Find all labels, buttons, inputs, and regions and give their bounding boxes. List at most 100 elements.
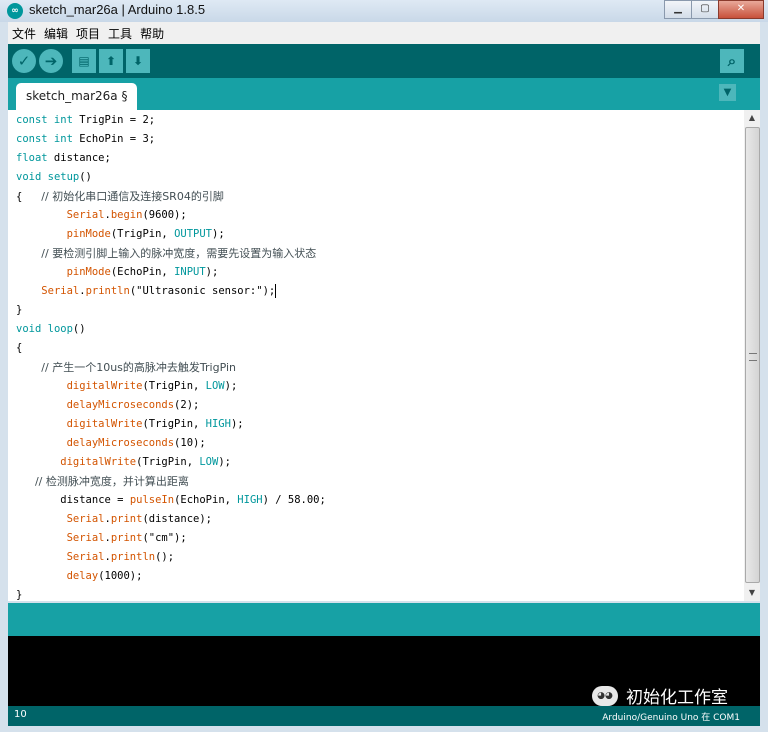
open-button[interactable]: ⬆ — [99, 49, 123, 73]
code-token: ); — [230, 418, 244, 430]
text-cursor — [275, 284, 277, 298]
code-token: ); — [224, 380, 238, 392]
code-line[interactable]: delayMicroseconds(10); — [16, 434, 206, 453]
code-line[interactable]: pinMode(TrigPin, OUTPUT); — [16, 225, 225, 244]
code-token: HIGH — [205, 418, 231, 430]
scroll-up-arrow-icon[interactable]: ▲ — [744, 110, 760, 126]
code-token: (10); — [174, 437, 206, 449]
menu-edit[interactable]: 编辑 — [40, 25, 72, 42]
code-token: OUTPUT — [174, 228, 212, 240]
code-token: loop — [47, 323, 73, 335]
code-token: pinMode — [66, 228, 111, 240]
code-editor[interactable]: const int TrigPin = 2; const int EchoPin … — [8, 110, 744, 601]
code-line[interactable]: // 产生一个10us的高脉冲去触发TrigPin — [16, 358, 236, 377]
code-line[interactable]: digitalWrite(TrigPin, HIGH); — [16, 415, 244, 434]
code-token: } — [16, 589, 23, 601]
code-token: void — [16, 323, 42, 335]
tab-menu-chevron-down-icon[interactable]: ▼ — [719, 84, 736, 101]
code-token: delayMicroseconds — [66, 437, 175, 449]
code-token: // 初始化串口通信及连接SR04的引脚 — [41, 190, 224, 203]
code-token: const int — [16, 133, 73, 145]
code-line[interactable]: { // 初始化串口通信及连接SR04的引脚 — [16, 187, 224, 206]
code-token: (TrigPin, — [136, 456, 200, 468]
serial-monitor-button[interactable]: ⌕ — [720, 49, 744, 73]
upload-button[interactable]: ➔ — [39, 49, 63, 73]
code-token: (2); — [174, 399, 200, 411]
code-token: () — [79, 171, 92, 183]
code-token: (EchoPin, — [174, 494, 238, 506]
code-line[interactable]: } — [16, 586, 22, 601]
code-token: (TrigPin, — [110, 228, 175, 240]
code-token: pulseIn — [129, 494, 175, 506]
menu-help[interactable]: 帮助 — [136, 25, 168, 42]
code-line[interactable]: Serial.begin(9600); — [16, 206, 187, 225]
toolbar: ✓ ➔ ▤ ⬆ ⬇ ⌕ — [8, 44, 760, 78]
tab-bar: sketch_mar26a § ▼ — [8, 78, 760, 110]
code-line[interactable]: pinMode(EchoPin, INPUT); — [16, 263, 219, 282]
code-token: distance = — [60, 494, 130, 506]
minimize-button[interactable]: ▁ — [664, 0, 692, 19]
code-line[interactable]: distance = pulseIn(EchoPin, HIGH) / 58.0… — [16, 491, 326, 510]
code-line[interactable]: delay(1000); — [16, 567, 143, 586]
board-port-label: Arduino/Genuino Uno 在 COM1 — [602, 713, 740, 723]
vertical-scrollbar[interactable]: ▲ ▼ — [744, 110, 760, 601]
code-token: EchoPin = 3; — [72, 133, 156, 145]
code-token: ) / 58.00; — [262, 494, 326, 506]
menu-sketch[interactable]: 项目 — [72, 25, 104, 42]
code-line[interactable]: Serial.print(distance); — [16, 510, 212, 529]
code-line[interactable]: // 检测脉冲宽度，并计算出距离 — [16, 472, 189, 491]
code-line[interactable]: digitalWrite(TrigPin, LOW); — [16, 453, 231, 472]
title-bar[interactable]: ∞ sketch_mar26a | Arduino 1.8.5 ▁ ▢ ✕ — [0, 0, 768, 22]
verify-button[interactable]: ✓ — [12, 49, 36, 73]
menu-bar: 文件 编辑 项目 工具 帮助 — [8, 22, 760, 44]
code-line[interactable]: void loop() — [16, 320, 86, 339]
code-token: LOW — [205, 380, 225, 392]
code-token: ("cm"); — [142, 532, 187, 544]
code-line[interactable]: void setup() — [16, 168, 92, 187]
code-line[interactable]: float distance; — [16, 149, 111, 168]
code-line[interactable]: const int EchoPin = 3; — [16, 130, 155, 149]
scrollbar-thumb[interactable] — [745, 127, 760, 583]
code-token: println — [85, 285, 130, 297]
code-line[interactable]: Serial.println("Ultrasonic sensor:"); — [16, 282, 277, 301]
code-token: Serial — [66, 532, 105, 544]
code-token: (TrigPin, — [142, 380, 206, 392]
code-line[interactable]: const int TrigPin = 2; — [16, 111, 155, 130]
code-token: // 要检测引脚上输入的脉冲宽度，需要先设置为输入状态 — [41, 247, 317, 260]
menu-file[interactable]: 文件 — [8, 25, 40, 42]
status-bar: 10 Arduino/Genuino Uno 在 COM1 — [8, 706, 760, 726]
code-line[interactable]: delayMicroseconds(2); — [16, 396, 200, 415]
code-token: { — [16, 342, 23, 354]
maximize-button[interactable]: ▢ — [691, 0, 719, 19]
window-title: sketch_mar26a | Arduino 1.8.5 — [29, 2, 206, 17]
close-button[interactable]: ✕ — [718, 0, 764, 19]
new-button[interactable]: ▤ — [72, 49, 96, 73]
tab-sketch[interactable]: sketch_mar26a § — [16, 83, 138, 110]
window-controls: ▁ ▢ ✕ — [664, 0, 764, 19]
wechat-icon: ◕◕ — [592, 685, 618, 706]
menu-tools[interactable]: 工具 — [104, 25, 136, 42]
code-line[interactable]: } — [16, 301, 22, 320]
code-token: ); — [218, 456, 231, 468]
code-line[interactable]: Serial.print("cm"); — [16, 529, 187, 548]
code-token: ); — [212, 228, 225, 240]
code-line[interactable]: // 要检测引脚上输入的脉冲宽度，需要先设置为输入状态 — [16, 244, 316, 263]
code-line[interactable]: { — [16, 339, 22, 358]
code-token: HIGH — [237, 494, 263, 506]
code-line[interactable]: Serial.println(); — [16, 548, 175, 567]
code-line[interactable]: digitalWrite(TrigPin, LOW); — [16, 377, 238, 396]
code-token: Serial — [66, 209, 105, 221]
save-button[interactable]: ⬇ — [126, 49, 150, 73]
code-token: digitalWrite — [66, 418, 143, 430]
code-token: } — [16, 304, 23, 316]
scroll-down-arrow-icon[interactable]: ▼ — [744, 585, 760, 601]
code-token: Serial — [66, 513, 105, 525]
